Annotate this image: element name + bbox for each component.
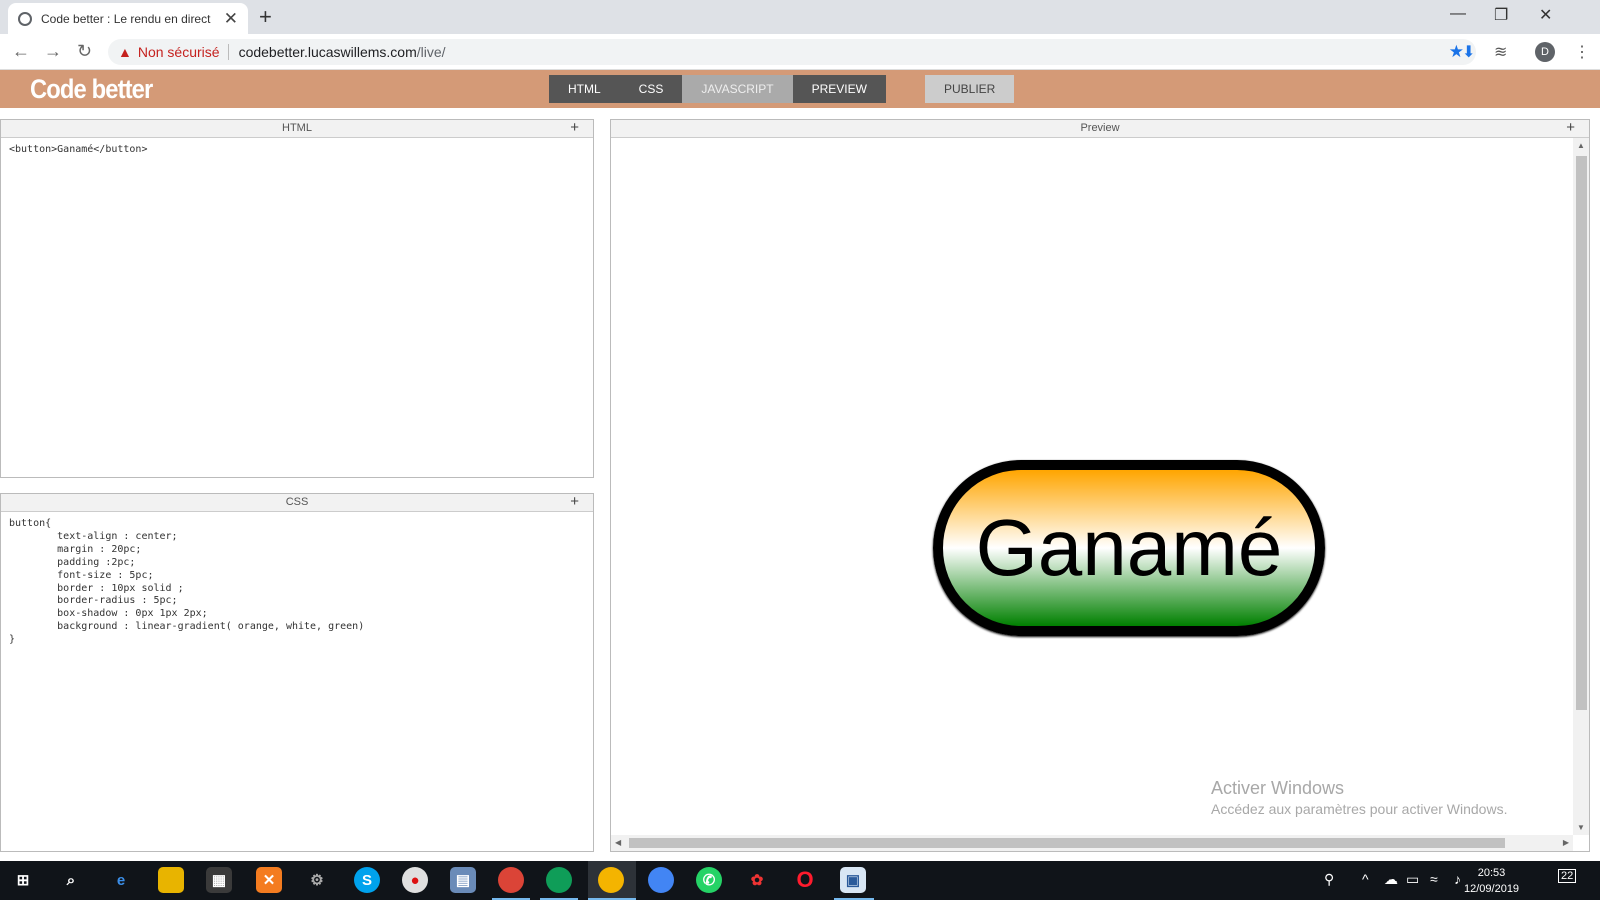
forward-icon[interactable]: → [44, 41, 62, 62]
css-editor[interactable]: button{ text-align : center; margin : 20… [1, 512, 593, 653]
recorder-icon[interactable]: ● [402, 867, 428, 893]
html-editor[interactable]: <button>Ganamé</button> [1, 138, 593, 163]
tab-preview[interactable]: PREVIEW [792, 75, 886, 103]
profile-avatar[interactable]: D [1535, 42, 1555, 62]
chrome-icon[interactable] [498, 867, 524, 893]
reload-icon[interactable]: ↻ [77, 41, 92, 62]
store-icon[interactable]: ▦ [206, 867, 232, 893]
clock-time: 20:53 [1477, 867, 1506, 879]
horizontal-scroll-thumb[interactable] [629, 838, 1505, 848]
vertical-scrollbar[interactable]: ▲ ▼ [1573, 138, 1589, 835]
watermark-subtitle: Accédez aux paramètres pour activer Wind… [1211, 801, 1508, 817]
css-panel: CSS + button{ text-align : center; margi… [0, 493, 594, 852]
menu-icon[interactable]: ⋮ [1574, 42, 1590, 62]
settings-icon[interactable]: ⚙ [304, 867, 330, 893]
add-icon[interactable]: + [570, 119, 579, 136]
panel-header: CSS + [1, 493, 593, 512]
chrome-icon[interactable] [648, 867, 674, 893]
close-tab-icon[interactable]: ✕ [224, 9, 238, 29]
tab-css[interactable]: CSS [619, 75, 683, 103]
browser-tab[interactable]: Code better : Le rendu en direct ✕ [8, 3, 248, 34]
browser-tab-strip: Code better : Le rendu en direct ✕ + — ❐… [0, 0, 1600, 34]
horizontal-scrollbar[interactable]: ◀ ▶ [611, 835, 1573, 851]
file-explorer-icon[interactable] [158, 867, 184, 893]
extension-icon[interactable]: ≋ [1494, 42, 1507, 62]
html-panel: HTML + <button>Ganamé</button> [0, 119, 594, 478]
divider [227, 44, 229, 60]
download-extension-icon[interactable]: ⬇ [1462, 42, 1475, 62]
url-host: codebetter.lucaswillems.com [238, 44, 417, 60]
panel-title: CSS [285, 496, 309, 508]
network-app-icon[interactable]: ▤ [450, 867, 476, 893]
opera-icon[interactable]: O [792, 867, 818, 893]
chevron-up-icon[interactable]: ^ [1362, 871, 1369, 887]
windows-taskbar: ⊞ ⌕ e ▦ ✕ ⚙ S ● ▤ ✆ ✿ O ▣ ⚲ ^ ☁ ▭ ≈ ♪ 20… [0, 861, 1600, 900]
preview-panel: Preview + Ganamé Activer Windows Accédez… [610, 119, 1590, 852]
warning-icon: ▲ [118, 44, 132, 60]
start-icon[interactable]: ⊞ [10, 867, 36, 893]
clock-date: 12/09/2019 [1464, 883, 1520, 895]
system-clock[interactable]: 20:53 12/09/2019 [1464, 865, 1519, 897]
security-label[interactable]: Non sécurisé [138, 44, 220, 60]
restore-icon[interactable]: ❐ [1494, 5, 1508, 25]
people-icon[interactable]: ⚲ [1324, 871, 1334, 888]
panel-title: Preview [1080, 122, 1120, 134]
tab-javascript[interactable]: JAVASCRIPT [682, 75, 793, 103]
watermark-title: Activer Windows [1211, 778, 1345, 798]
skype-icon[interactable]: S [354, 867, 380, 893]
site-header: Code better HTML CSS JAVASCRIPT PREVIEW … [0, 70, 1600, 108]
publish-button[interactable]: PUBLIER [925, 75, 1015, 103]
add-icon[interactable]: + [570, 493, 579, 510]
close-window-icon[interactable]: ✕ [1539, 5, 1552, 25]
new-tab-button[interactable]: + [259, 4, 272, 30]
scroll-left-icon[interactable]: ◀ [615, 838, 621, 847]
xampp-icon[interactable]: ✕ [256, 867, 282, 893]
notifications-icon[interactable]: 22 [1558, 869, 1577, 883]
tab-html[interactable]: HTML [549, 75, 620, 103]
editor-tabs: HTML CSS JAVASCRIPT PREVIEW [549, 75, 886, 103]
site-logo[interactable]: Code better [30, 74, 153, 105]
chrome-icon[interactable] [598, 867, 624, 893]
scroll-right-icon[interactable]: ▶ [1563, 838, 1569, 847]
cloud-icon[interactable]: ☁ [1384, 871, 1398, 888]
windows-activation-watermark: Activer Windows Accédez aux paramètres p… [1211, 778, 1507, 817]
back-icon[interactable]: ← [12, 41, 30, 62]
image-app-icon[interactable]: ▣ [840, 867, 866, 893]
panel-header: Preview + [611, 119, 1589, 138]
edge-icon[interactable]: e [108, 867, 134, 893]
volume-icon[interactable]: ♪ [1454, 871, 1461, 887]
whatsapp-icon[interactable]: ✆ [696, 867, 722, 893]
creative-app-icon[interactable]: ✿ [744, 867, 770, 893]
chrome-icon[interactable] [546, 867, 572, 893]
globe-icon [18, 11, 32, 26]
preview-demo-button[interactable]: Ganamé [933, 460, 1325, 636]
panel-header: HTML + [1, 119, 593, 138]
search-icon[interactable]: ⌕ [58, 867, 84, 893]
preview-frame: Ganamé Activer Windows Accédez aux param… [611, 138, 1589, 851]
browser-toolbar: ← → ↻ ▲ Non sécurisé codebetter.lucaswil… [0, 34, 1600, 70]
scroll-down-icon[interactable]: ▼ [1577, 823, 1585, 832]
address-bar[interactable]: ▲ Non sécurisé codebetter.lucaswillems.c… [108, 39, 1476, 65]
minimize-icon[interactable]: — [1450, 5, 1466, 23]
panel-title: HTML [282, 122, 312, 134]
tab-title: Code better : Le rendu en direct [41, 11, 211, 26]
url-path: /live/ [416, 44, 446, 60]
add-icon[interactable]: + [1566, 119, 1575, 136]
wifi-icon[interactable]: ≈ [1430, 871, 1438, 887]
scroll-up-icon[interactable]: ▲ [1577, 141, 1585, 150]
battery-icon[interactable]: ▭ [1406, 871, 1419, 888]
vertical-scroll-thumb[interactable] [1576, 156, 1587, 710]
